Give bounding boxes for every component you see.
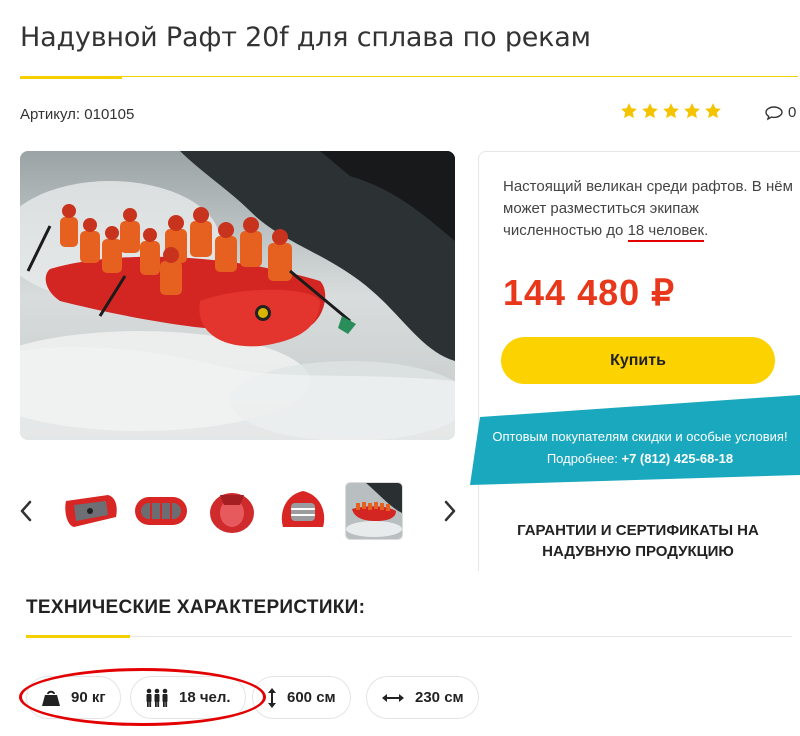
spec-capacity-value: 18 чел. [179,689,231,706]
capacity-highlight: 18 человек [627,222,705,242]
rating-stars[interactable] [620,102,722,120]
spec-width: 230 см [366,676,479,719]
vertical-arrow-icon [268,687,276,708]
comments-count: 0 [788,104,797,121]
guarantees-link[interactable]: ГАРАНТИИ И СЕРТИФИКАТЫ НА НАДУВНУЮ ПРОДУ… [478,520,798,562]
spec-length: 600 см [252,676,351,719]
thumbnail-2[interactable] [133,483,189,539]
thumbnail-4[interactable] [275,483,331,539]
promo-banner: Оптовым покупателям скидки и особые усло… [480,426,800,470]
title-divider [20,76,798,77]
star-icon [705,103,721,119]
comment-icon [765,105,783,120]
sku-label: Артикул: 010105 [20,106,135,123]
spec-length-value: 600 см [287,689,336,706]
star-icon [621,103,637,119]
purchase-card: Настоящий великан среди рафтов. В нём мо… [478,151,800,571]
thumbnail-5[interactable] [345,482,403,540]
horizontal-arrow-icon [382,693,404,702]
buy-button[interactable]: Купить [501,337,775,384]
promo-more-label: Подробнее: [546,451,618,466]
star-icon [684,103,700,119]
product-description: Настоящий великан среди рафтов. В нём мо… [503,176,793,242]
star-icon [663,103,679,119]
spec-weight: 90 кг [26,676,121,719]
spec-width-value: 230 см [415,689,464,706]
spec-weight-value: 90 кг [71,689,106,706]
thumbnail-strip [62,482,403,540]
star-icon [642,103,658,119]
thumbnail-3[interactable] [204,483,260,539]
specs-divider [26,636,792,637]
promo-phone-link[interactable]: +7 (812) 425-68-18 [621,451,733,466]
chevron-right-icon[interactable] [442,500,458,522]
comments-link[interactable]: 0 [764,104,796,121]
chevron-left-icon[interactable] [18,500,34,522]
thumbnail-1[interactable] [62,483,118,539]
weight-icon [42,690,60,706]
promo-line: Оптовым покупателям скидки и особые усло… [492,429,788,444]
specs-heading: ТЕХНИЧЕСКИЕ ХАРАКТЕРИСТИКИ: [26,597,366,618]
main-product-image[interactable] [20,151,455,440]
people-icon [146,688,168,707]
product-price: 144 480 ₽ [503,272,676,313]
description-end: . [704,222,709,239]
title-accent-bar [20,76,122,79]
specs-accent-bar [26,635,130,638]
spec-capacity: 18 чел. [130,676,246,719]
page-title: Надувной Рафт 20f для сплава по рекам [20,22,591,53]
